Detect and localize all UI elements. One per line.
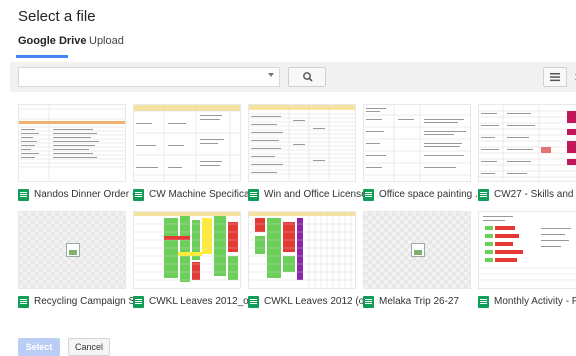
- file-thumbnail: [133, 104, 241, 182]
- file-tile[interactable]: Monthly Activity - Pena...: [478, 211, 576, 311]
- file-grid: Nandos Dinner Order -... CW Machine Spec…: [0, 100, 576, 315]
- spreadsheet-icon: [248, 189, 259, 201]
- active-tab-indicator: [16, 55, 68, 58]
- file-name: Melaka Trip 26-27: [379, 296, 460, 307]
- source-tabs: Google Drive Upload: [0, 34, 576, 58]
- file-tile[interactable]: Office space painting ...: [363, 104, 481, 204]
- file-thumbnail: [478, 211, 576, 289]
- spreadsheet-icon: [133, 189, 144, 201]
- file-thumbnail: [18, 211, 126, 289]
- cancel-button[interactable]: Cancel: [68, 338, 110, 356]
- sort-icon: [575, 73, 576, 81]
- file-name: Monthly Activity - Pena...: [494, 296, 576, 307]
- search-toolbar: [10, 62, 576, 92]
- broken-image-icon: [411, 243, 425, 257]
- list-view-button[interactable]: [543, 67, 567, 87]
- spreadsheet-icon: [133, 296, 144, 308]
- file-tile[interactable]: CWKL Leaves 2012 (ol...: [248, 211, 366, 311]
- file-name: CW Machine Specifica...: [149, 189, 251, 200]
- broken-image-icon: [66, 243, 80, 257]
- file-name: CW27 - Skills and Res...: [494, 189, 576, 200]
- file-thumbnail: [478, 104, 576, 182]
- file-name: Nandos Dinner Order -...: [34, 189, 136, 200]
- file-thumbnail: [248, 104, 356, 182]
- file-tile[interactable]: CW Machine Specifica...: [133, 104, 251, 204]
- file-tile[interactable]: Recycling Campaign S...: [18, 211, 136, 311]
- file-tile[interactable]: CW27 - Skills and Res...: [478, 104, 576, 204]
- spreadsheet-icon: [363, 296, 374, 308]
- file-thumbnail: [363, 104, 471, 182]
- sort-button[interactable]: [571, 67, 576, 87]
- search-input[interactable]: [18, 67, 280, 87]
- file-name: CWKL Leaves 2012_ol...: [149, 296, 251, 307]
- file-name: Office space painting ...: [379, 189, 481, 200]
- tab-google-drive[interactable]: Google Drive: [18, 34, 86, 56]
- spreadsheet-icon: [248, 296, 259, 308]
- file-tile[interactable]: CWKL Leaves 2012_ol...: [133, 211, 251, 311]
- file-tile[interactable]: Win and Office License: [248, 104, 366, 204]
- magnifier-icon: [303, 72, 313, 82]
- search-options-caret-icon[interactable]: [268, 73, 274, 77]
- spreadsheet-icon: [478, 189, 489, 201]
- search-button[interactable]: [288, 67, 326, 87]
- spreadsheet-icon: [478, 296, 489, 308]
- file-name: CWKL Leaves 2012 (ol...: [264, 296, 366, 307]
- select-button[interactable]: Select: [18, 338, 60, 356]
- list-view-icon: [550, 73, 560, 82]
- dialog-footer: Select Cancel: [0, 326, 576, 356]
- tab-upload[interactable]: Upload: [89, 34, 124, 56]
- dialog-title: Select a file: [18, 8, 96, 25]
- spreadsheet-icon: [363, 189, 374, 201]
- file-tile[interactable]: Melaka Trip 26-27: [363, 211, 471, 311]
- file-name: Win and Office License: [264, 189, 366, 200]
- file-thumbnail: [18, 104, 126, 182]
- spreadsheet-icon: [18, 296, 29, 308]
- file-tile[interactable]: Nandos Dinner Order -...: [18, 104, 136, 204]
- file-thumbnail: [248, 211, 356, 289]
- spreadsheet-icon: [18, 189, 29, 201]
- file-thumbnail: [133, 211, 241, 289]
- file-name: Recycling Campaign S...: [34, 296, 136, 307]
- file-thumbnail: [363, 211, 471, 289]
